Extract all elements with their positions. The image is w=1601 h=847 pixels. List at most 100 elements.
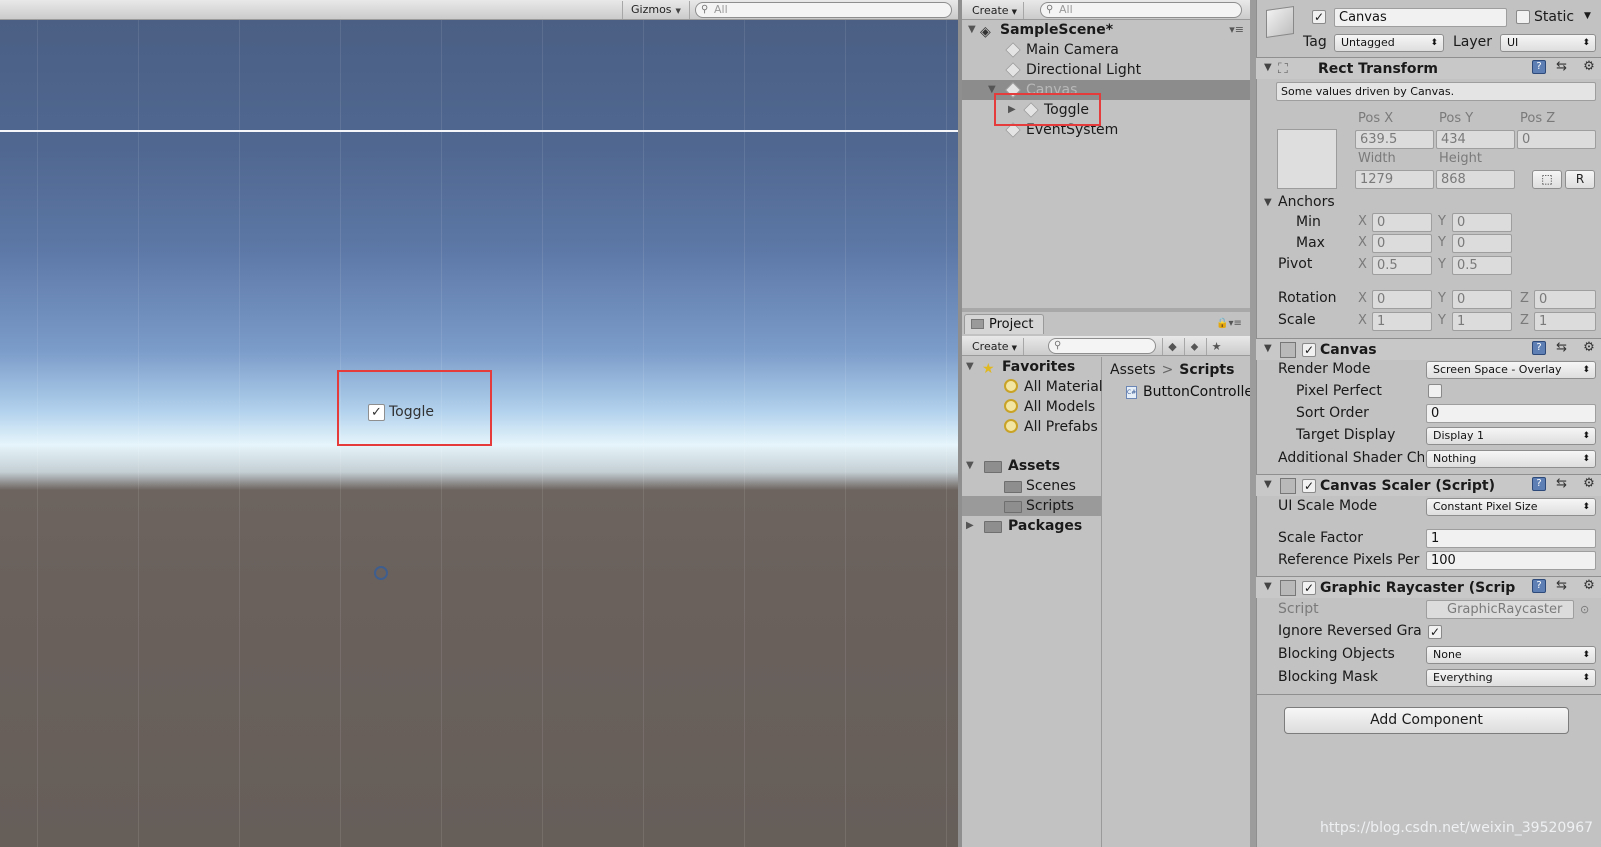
height-field[interactable]: 868 <box>1436 170 1515 189</box>
canvas-scaler-header[interactable]: ▼ ✓ Canvas Scaler (Script) ? ⇆ ⚙ <box>1256 474 1601 496</box>
rotation-z-field[interactable]: 0 <box>1534 290 1596 309</box>
menu-icon[interactable]: ▾≡ <box>1229 20 1244 40</box>
blueprint-mode-icon[interactable]: ⬚ <box>1532 170 1562 189</box>
canvas-scaler-enabled-checkbox[interactable]: ✓ <box>1302 479 1316 493</box>
blocking-objects-dropdown[interactable]: None ⬍ <box>1426 646 1596 664</box>
expand-arrow-icon[interactable]: ▶ <box>966 516 974 536</box>
scene-search-input[interactable]: ⚲ All <box>695 2 952 18</box>
add-component-button[interactable]: Add Component <box>1284 707 1569 734</box>
tree-item-packages[interactable]: ▶ Packages <box>962 516 1102 536</box>
anchor-max-y-field[interactable]: 0 <box>1452 234 1512 253</box>
blocking-mask-dropdown[interactable]: Everything ⬍ <box>1426 669 1596 687</box>
expand-arrow-icon[interactable]: ▼ <box>966 456 974 476</box>
scale-z-field[interactable]: 1 <box>1534 312 1596 331</box>
graphic-raycaster-header[interactable]: ▼ ✓ Graphic Raycaster (Scrip ? ⇆ ⚙ <box>1256 576 1601 598</box>
active-checkbox[interactable]: ✓ <box>1312 10 1326 24</box>
updown-icon: ⬍ <box>1582 673 1590 683</box>
target-display-dropdown[interactable]: Display 1 ⬍ <box>1426 427 1596 445</box>
tree-item-scenes[interactable]: Scenes <box>962 476 1102 496</box>
scale-factor-field[interactable]: 1 <box>1426 529 1596 548</box>
breadcrumb-assets[interactable]: Assets <box>1110 362 1156 378</box>
breadcrumb-scripts[interactable]: Scripts <box>1179 362 1234 378</box>
fold-arrow-icon[interactable]: ▼ <box>1264 479 1272 490</box>
rotation-x-field[interactable]: 0 <box>1372 290 1432 309</box>
file-label: ButtonController <box>1143 384 1250 400</box>
tree-item-all-models[interactable]: All Models <box>962 397 1102 417</box>
hierarchy-item-main-camera[interactable]: Main Camera <box>962 40 1250 60</box>
file-item-buttoncontroller[interactable]: C# ButtonController <box>1126 382 1250 402</box>
expand-arrow-icon[interactable]: ▼ <box>966 357 974 377</box>
component-header-icons[interactable]: ? ⇆ ⚙ <box>1532 59 1601 74</box>
fold-arrow-icon[interactable]: ▼ <box>1264 343 1272 354</box>
hierarchy-item-directional-light[interactable]: Directional Light <box>962 60 1250 80</box>
anchor-min-y-field[interactable]: 0 <box>1452 213 1512 232</box>
filter-by-label-icon[interactable]: ⬥ <box>1184 338 1204 355</box>
tree-item-scripts[interactable]: Scripts <box>962 496 1102 516</box>
component-header-icons[interactable]: ? ⇆ ⚙ <box>1532 476 1601 491</box>
hierarchy-create-button[interactable]: Create ▼ <box>966 2 1024 19</box>
pixel-perfect-checkbox[interactable] <box>1428 384 1442 398</box>
hierarchy-scene-row[interactable]: ▼ ◈ SampleScene* ▾≡ <box>962 20 1250 40</box>
pivot-y-field[interactable]: 0.5 <box>1452 256 1512 275</box>
packages-label: Packages <box>1008 518 1083 534</box>
project-create-button[interactable]: Create ▼ <box>966 338 1024 355</box>
raycaster-enabled-checkbox[interactable]: ✓ <box>1302 581 1316 595</box>
component-header-icons[interactable]: ? ⇆ ⚙ <box>1532 578 1601 593</box>
rotation-y-field[interactable]: 0 <box>1452 290 1512 309</box>
tree-item-favorites[interactable]: ▼ ★ Favorites <box>962 357 1102 377</box>
layer-dropdown[interactable]: UI ⬍ <box>1500 34 1596 52</box>
anchor-preset-icon[interactable] <box>1277 129 1337 189</box>
tree-item-all-materials[interactable]: All Materials <box>962 377 1102 397</box>
canvas-enabled-checkbox[interactable]: ✓ <box>1302 343 1316 357</box>
lock-icon[interactable]: 🔒▾≡ <box>1216 318 1242 329</box>
toggle-checkbox[interactable]: ✓ <box>368 403 385 421</box>
scale-y-field[interactable]: 1 <box>1452 312 1512 331</box>
pos-z-label: Pos Z <box>1520 111 1556 126</box>
fold-arrow-icon[interactable]: ▼ <box>1264 581 1272 592</box>
gameobject-cube-icon[interactable] <box>1266 6 1294 38</box>
pos-z-field[interactable]: 0 <box>1517 130 1596 149</box>
tree-item-all-prefabs[interactable]: All Prefabs <box>962 417 1102 437</box>
object-picker-icon[interactable]: ⊙ <box>1580 600 1589 620</box>
reference-ppu-field[interactable]: 100 <box>1426 551 1596 570</box>
canvas-component-header[interactable]: ▼ ✓ Canvas ? ⇆ ⚙ <box>1256 338 1601 360</box>
tree-item-assets[interactable]: ▼ Assets <box>962 456 1102 476</box>
camera-gizmo-icon[interactable] <box>374 566 388 580</box>
pos-y-field[interactable]: 434 <box>1436 130 1515 149</box>
pivot-x-field[interactable]: 0.5 <box>1372 256 1432 275</box>
rect-transform-header[interactable]: ▼ ⛶ Rect Transform ? ⇆ ⚙ <box>1256 57 1601 79</box>
help-icon[interactable]: ? <box>1532 476 1546 491</box>
ignore-reversed-checkbox[interactable]: ✓ <box>1428 625 1442 639</box>
target-display-label: Target Display <box>1296 427 1396 443</box>
filter-by-type-icon[interactable]: ◆ <box>1162 338 1182 355</box>
shader-channels-dropdown[interactable]: Nothing ⬍ <box>1426 450 1596 468</box>
star-icon: ★ <box>982 361 995 377</box>
panel-splitter[interactable] <box>962 308 1250 312</box>
static-checkbox[interactable] <box>1516 10 1530 24</box>
help-icon[interactable]: ? <box>1532 578 1546 593</box>
sort-order-field[interactable]: 0 <box>1426 404 1596 423</box>
raw-edit-button[interactable]: R <box>1565 170 1595 189</box>
project-search-input[interactable]: ⚲ <box>1048 338 1156 354</box>
chevron-down-icon[interactable]: ▼ <box>1584 6 1591 26</box>
help-icon[interactable]: ? <box>1532 340 1546 355</box>
scene-toggle-widget[interactable]: ✓ Toggle <box>368 403 434 421</box>
tag-dropdown[interactable]: Untagged ⬍ <box>1334 34 1444 52</box>
width-field[interactable]: 1279 <box>1355 170 1434 189</box>
ui-scale-mode-dropdown[interactable]: Constant Pixel Size ⬍ <box>1426 498 1596 516</box>
anchor-max-x-field[interactable]: 0 <box>1372 234 1432 253</box>
anchor-min-x-field[interactable]: 0 <box>1372 213 1432 232</box>
render-mode-dropdown[interactable]: Screen Space - Overlay ⬍ <box>1426 361 1596 379</box>
object-name-field[interactable]: Canvas <box>1334 8 1507 27</box>
expand-arrow-icon[interactable]: ▼ <box>968 20 976 40</box>
fold-arrow-icon[interactable]: ▼ <box>1264 62 1272 73</box>
scale-x-field[interactable]: 1 <box>1372 312 1432 331</box>
favorite-star-icon[interactable]: ★ <box>1206 338 1226 355</box>
component-header-icons[interactable]: ? ⇆ ⚙ <box>1532 340 1601 355</box>
gizmos-dropdown[interactable]: Gizmos ▼ <box>622 1 690 19</box>
tab-project[interactable]: Project <box>964 314 1044 334</box>
hierarchy-search-input[interactable]: ⚲ All <box>1040 2 1242 18</box>
fold-arrow-icon[interactable]: ▼ <box>1264 197 1272 208</box>
help-icon[interactable]: ? <box>1532 59 1546 74</box>
pos-x-field[interactable]: 639.5 <box>1355 130 1434 149</box>
